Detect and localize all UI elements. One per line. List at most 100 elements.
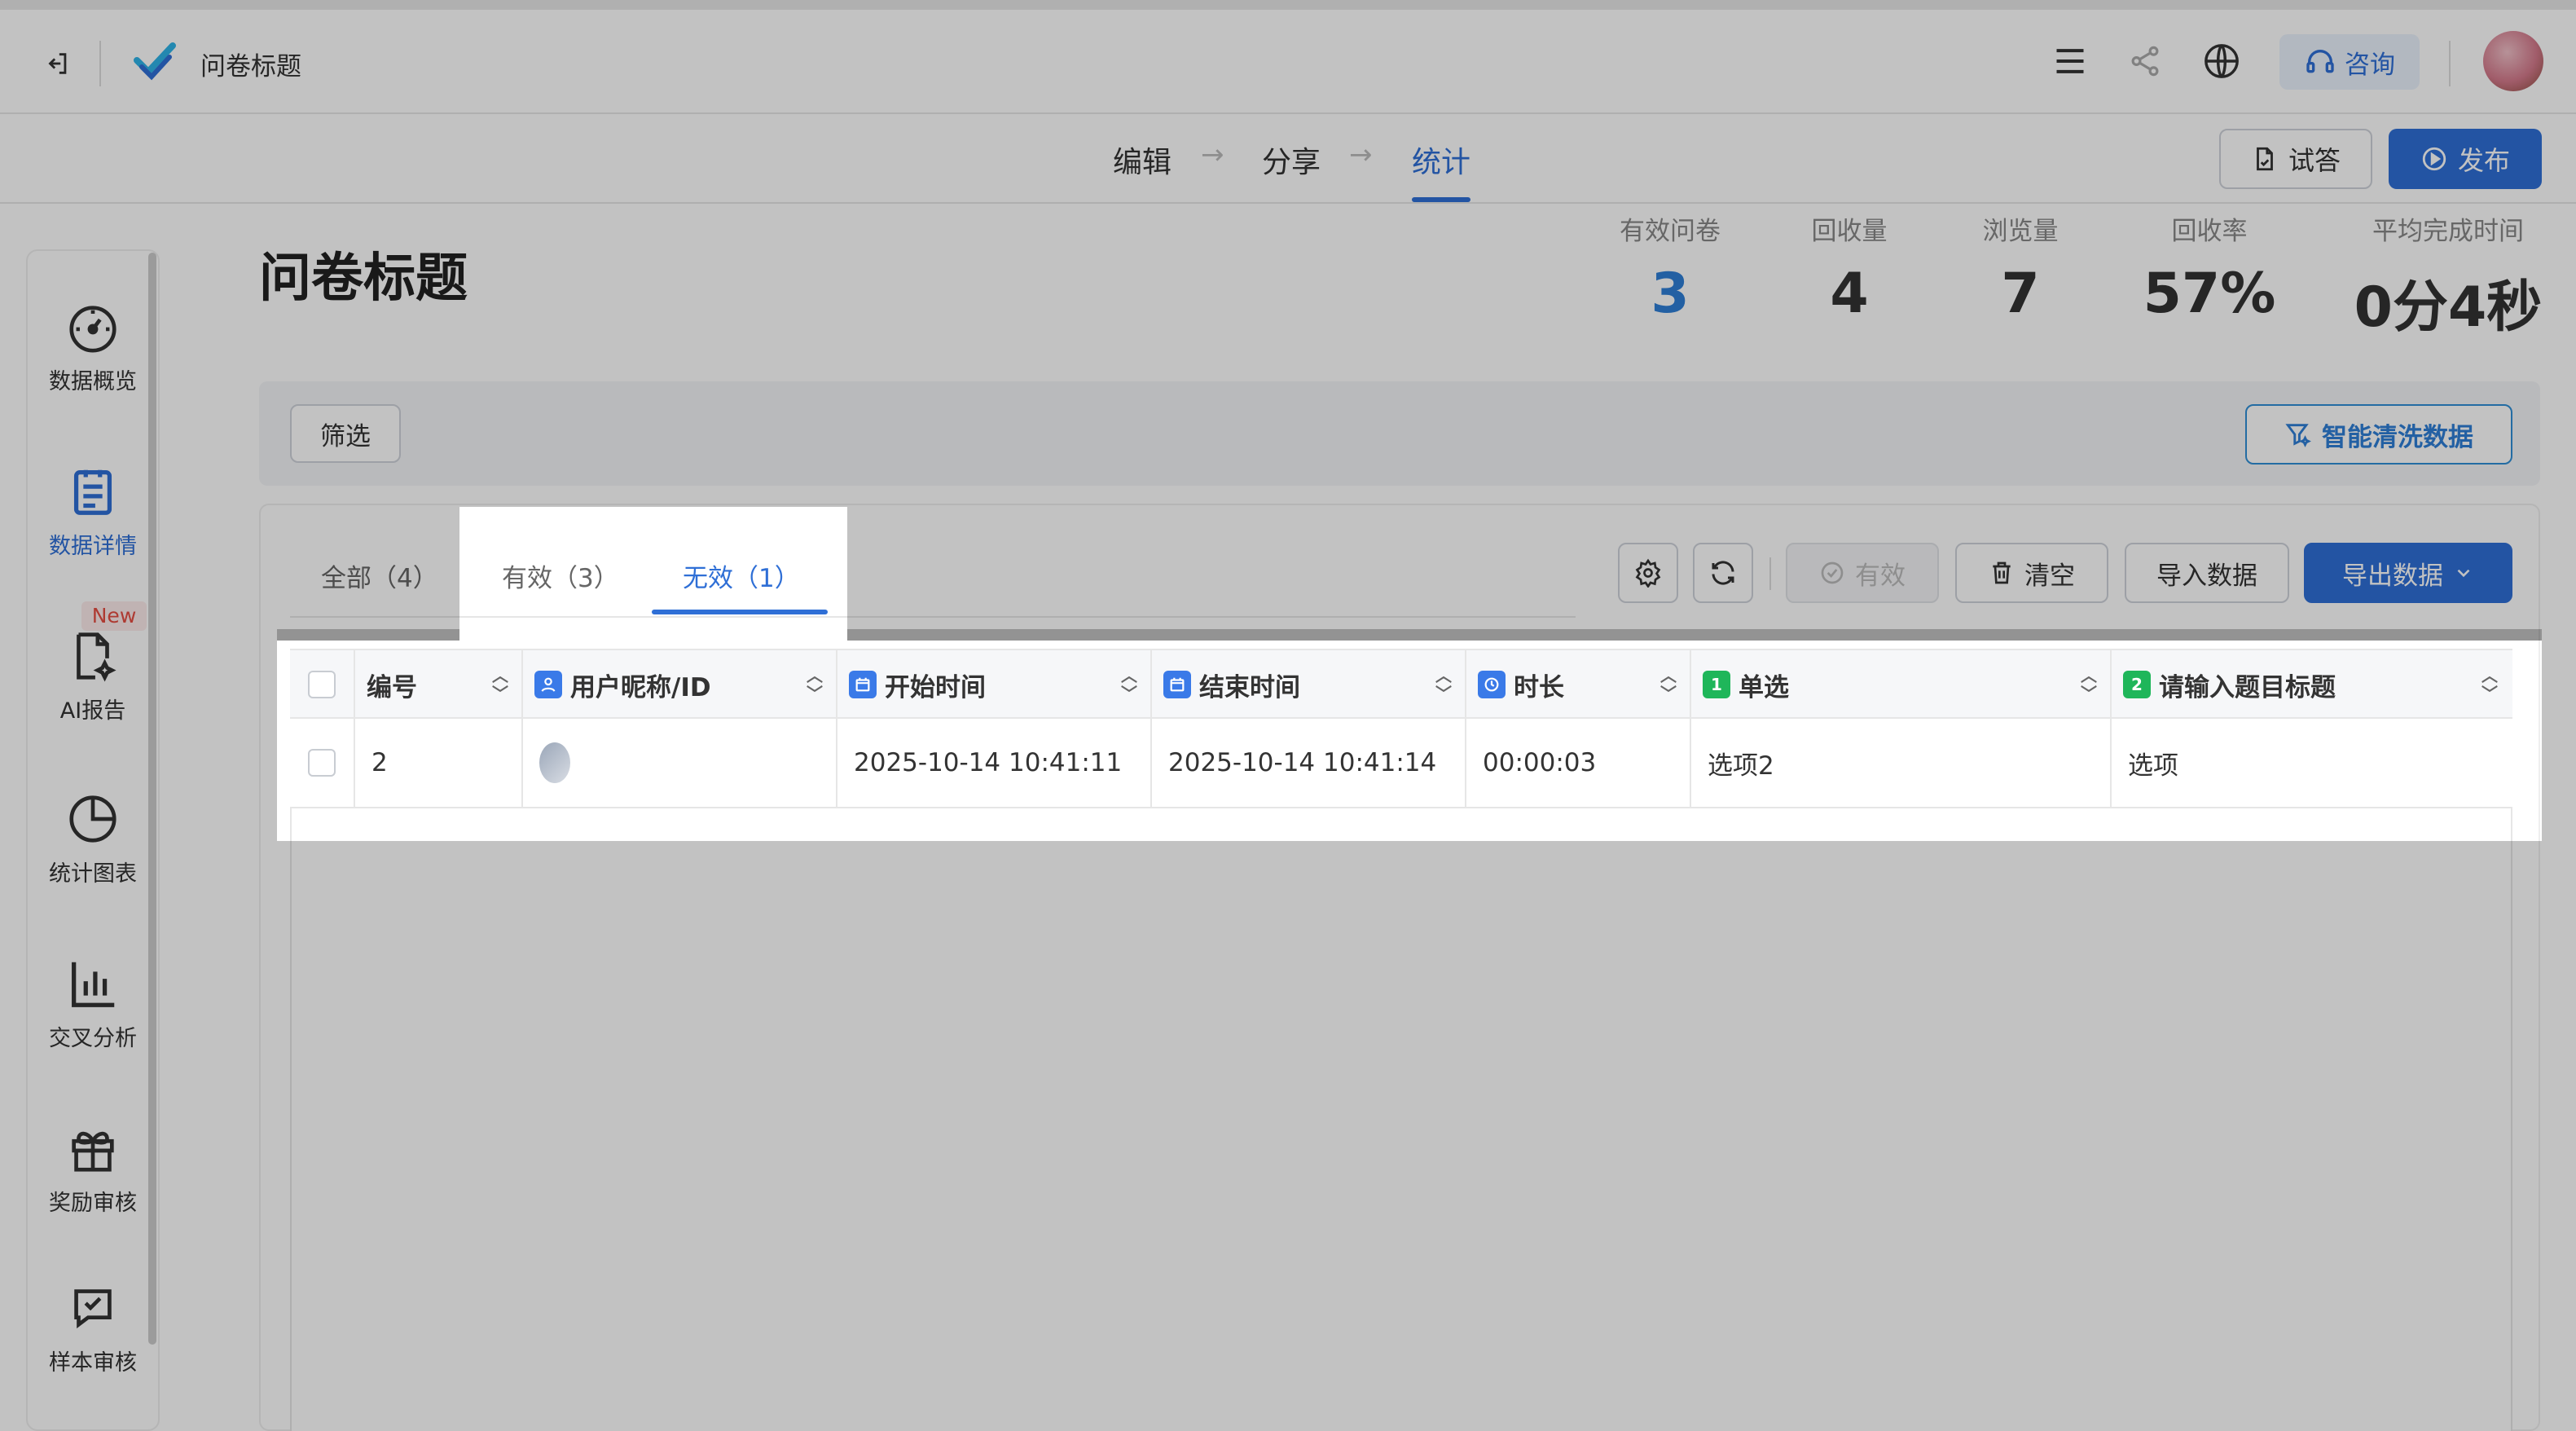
top-bar: 问卷标题 咨询 [0, 0, 2576, 114]
publish-button[interactable]: 发布 [2389, 129, 2542, 189]
tab-all[interactable]: 全部（4） [321, 557, 438, 594]
smart-clean-button[interactable]: 智能清洗数据 [2245, 404, 2512, 465]
stat-label: 有效问卷 [1620, 217, 1721, 246]
cell-end-time: 2025-10-14 10:41:14 [1152, 719, 1466, 807]
tabs-divider [290, 616, 1576, 618]
sort-icon[interactable]: ︿ ﹀ [807, 667, 823, 702]
sidebar-item-sample-review[interactable]: 样本审核 [26, 1279, 160, 1376]
step-statistics[interactable]: 统计 [1412, 139, 1470, 181]
tab-valid[interactable]: 有效（3） [502, 557, 619, 594]
divider [1769, 557, 1771, 590]
column-header-question-title[interactable]: 2 请输入题目标题 ︿ ﹀ [2112, 650, 2511, 719]
tab-active-indicator [652, 610, 828, 614]
gear-icon [1635, 558, 1661, 588]
column-label: 时长 [1514, 672, 1564, 702]
bar-chart-icon [72, 962, 115, 1007]
arrow-right-icon: → [1349, 139, 1373, 171]
column-header-duration[interactable]: 时长 ︿ ﹀ [1466, 650, 1691, 719]
cell-start-time: 2025-10-14 10:41:11 [837, 719, 1152, 807]
column-label: 请输入题目标题 [2159, 672, 2336, 702]
play-circle-icon [2422, 147, 2446, 171]
row-checkbox[interactable] [308, 749, 336, 777]
column-header-id[interactable]: 编号 ︿ ﹀ [355, 650, 523, 719]
stat-value: 57% [2143, 262, 2276, 326]
sort-icon[interactable]: ︿ ﹀ [1121, 667, 1137, 702]
app-title: 问卷标题 [200, 52, 301, 81]
settings-button[interactable] [1618, 543, 1678, 603]
step-bar: 编辑 → 分享 → 统计 试答 发布 [0, 114, 2576, 204]
headset-icon [2306, 50, 2334, 73]
column-header-start-time[interactable]: 开始时间 ︿ ﹀ [837, 650, 1152, 719]
stat-collected: 回收量 4 [1792, 210, 1906, 326]
sidebar-item-charts[interactable]: 统计图表 [26, 790, 160, 887]
divider [2449, 41, 2451, 86]
try-answer-button[interactable]: 试答 [2219, 129, 2372, 189]
table-row[interactable]: 2 2025-10-14 10:41:11 2025-10-14 10:41:1… [290, 719, 2512, 808]
clear-button[interactable]: 清空 [1955, 543, 2108, 603]
column-label: 开始时间 [885, 672, 986, 702]
import-data-button[interactable]: 导入数据 [2125, 543, 2289, 603]
stat-label: 回收量 [1811, 217, 1888, 246]
gift-icon [72, 1131, 114, 1172]
column-label: 结束时间 [1199, 672, 1300, 702]
sort-icon[interactable]: ︿ ﹀ [1660, 667, 1677, 702]
sidebar-item-label: AI报告 [59, 698, 126, 724]
exit-icon[interactable] [33, 41, 81, 86]
check-message-icon [74, 1289, 112, 1329]
refresh-button[interactable] [1693, 543, 1753, 603]
try-answer-label: 试答 [2288, 145, 2341, 176]
stat-value: 7 [2001, 262, 2040, 326]
user-icon [534, 671, 562, 698]
sidebar-item-reward-review[interactable]: 奖励审核 [26, 1120, 160, 1217]
page: 问卷标题 咨询 编辑 → 分享 → 统计 试答 发布 数据概览 数据详情 New… [0, 0, 2576, 1431]
table-header: 编号 ︿ ﹀ 用户昵称/ID ︿ ﹀ 开始时间 ︿ ﹀ 结束时间 ︿ ﹀ 时长 … [290, 649, 2512, 719]
share-icon[interactable] [2118, 34, 2172, 88]
column-header-end-time[interactable]: 结束时间 ︿ ﹀ [1152, 650, 1466, 719]
globe-icon[interactable] [2195, 34, 2249, 88]
window-edge [0, 0, 2576, 10]
stat-value: 4 [1830, 262, 1869, 326]
calendar-icon [849, 671, 877, 698]
column-header-user[interactable]: 用户昵称/ID ︿ ﹀ [523, 650, 837, 719]
consult-button[interactable]: 咨询 [2279, 34, 2420, 90]
step-edit[interactable]: 编辑 [1113, 139, 1172, 181]
refresh-icon [1712, 561, 1734, 585]
chevron-down-icon [2457, 569, 2470, 578]
sidebar-item-ai-report[interactable]: AI报告 [26, 627, 160, 724]
stat-value: 0分4秒 [2354, 275, 2543, 340]
export-data-button[interactable]: 导出数据 [2304, 543, 2512, 603]
step-share[interactable]: 分享 [1262, 139, 1321, 181]
sidebar-item-label: 数据概览 [49, 369, 137, 394]
consult-label: 咨询 [2345, 50, 2395, 80]
calendar-icon [1163, 671, 1191, 698]
stat-label: 平均完成时间 [2372, 217, 2524, 246]
sidebar-item-label: 奖励审核 [49, 1191, 137, 1216]
filter-button[interactable]: 筛选 [290, 404, 401, 463]
cell-single-choice: 选项2 [1691, 719, 2112, 807]
sort-icon[interactable]: ︿ ﹀ [2481, 667, 2498, 702]
user-avatar[interactable] [2483, 31, 2543, 91]
question-number-badge: 1 [1703, 671, 1730, 698]
dashboard-icon [69, 306, 116, 353]
sidebar-item-cross-analysis[interactable]: 交叉分析 [26, 955, 160, 1052]
column-header-single-choice[interactable]: 1 单选 ︿ ﹀ [1691, 650, 2112, 719]
funnel-icon [2285, 424, 2311, 447]
page-title: 问卷标题 [259, 249, 468, 309]
sidebar-item-details[interactable]: 数据详情 [26, 463, 160, 560]
sidebar-item-overview[interactable]: 数据概览 [26, 298, 160, 395]
select-all-checkbox[interactable] [308, 671, 336, 698]
stat-label: 回收率 [2171, 217, 2248, 246]
tab-invalid[interactable]: 无效（1） [683, 557, 800, 594]
sort-icon[interactable]: ︿ ﹀ [2081, 667, 2097, 702]
menu-icon[interactable] [2043, 34, 2097, 88]
stat-views: 浏览量 7 [1963, 210, 2077, 326]
app-logo-icon [130, 39, 179, 85]
sidebar-item-label: 样本审核 [49, 1350, 137, 1376]
sort-icon[interactable]: ︿ ﹀ [492, 667, 508, 702]
cell-user [523, 719, 837, 807]
column-label: 单选 [1739, 672, 1789, 702]
sort-icon[interactable]: ︿ ﹀ [1435, 667, 1452, 702]
clock-icon [1478, 671, 1506, 698]
mark-valid-button[interactable]: 有效 [1786, 543, 1939, 603]
cell-id: 2 [355, 719, 523, 807]
